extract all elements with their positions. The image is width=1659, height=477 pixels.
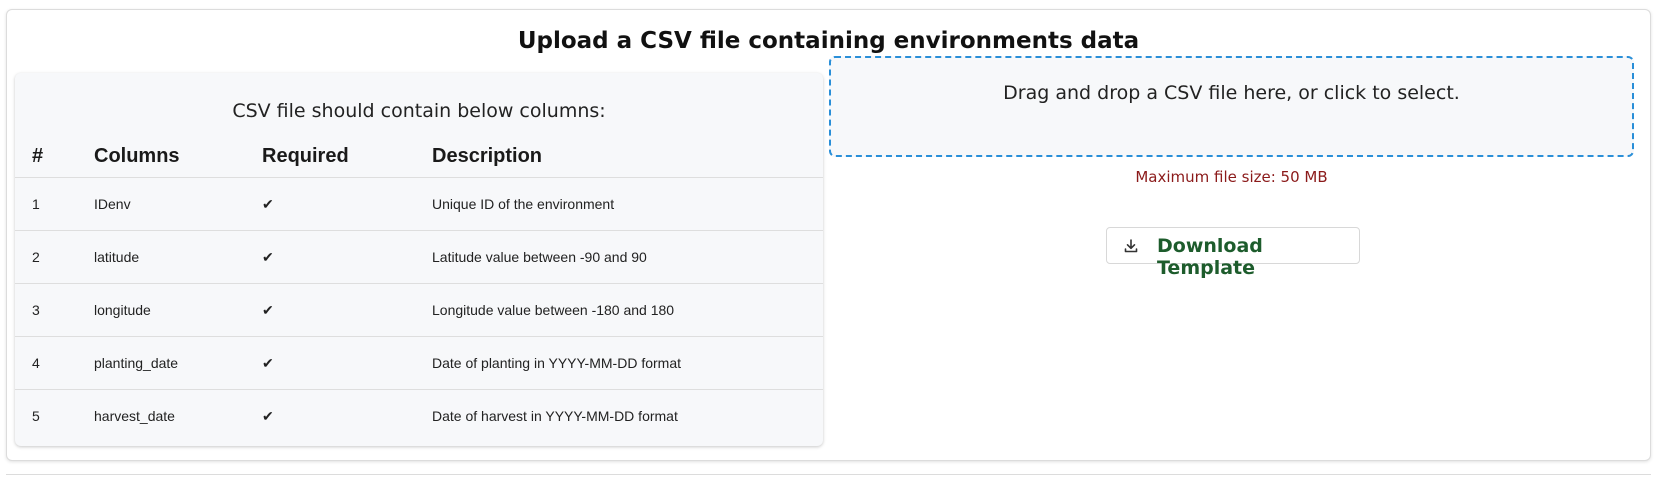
row-number: 4 [32, 355, 40, 371]
csv-dropzone[interactable]: Drag and drop a CSV file here, or click … [829, 56, 1634, 157]
download-template-button[interactable]: Download Template [1106, 227, 1360, 279]
row-number: 5 [32, 408, 40, 424]
columns-table-panel: CSV file should contain below columns: #… [15, 73, 823, 446]
table-row: 4 planting_date ✔ Date of planting in YY… [15, 337, 823, 390]
row-description: Date of planting in YYYY-MM-DD format [432, 355, 681, 371]
table-caption: CSV file should contain below columns: [232, 100, 606, 122]
row-description: Latitude value between -90 and 90 [432, 249, 647, 265]
download-template-label: Download Template [1157, 235, 1263, 279]
row-column-name: harvest_date [94, 408, 175, 424]
required-check-icon: ✔ [262, 302, 274, 318]
dropzone-text: Drag and drop a CSV file here, or click … [1003, 82, 1460, 104]
row-column-name: planting_date [94, 355, 179, 371]
max-file-size-note: Maximum file size: 50 MB [1135, 168, 1328, 186]
row-column-name: longitude [94, 302, 151, 318]
table-row: 1 IDenv ✔ Unique ID of the environment [15, 178, 823, 231]
required-check-icon: ✔ [262, 355, 274, 371]
header-number: # [32, 145, 44, 167]
required-check-icon: ✔ [262, 196, 274, 212]
table-row: 2 latitude ✔ Latitude value between -90 … [15, 231, 823, 284]
table-row: 3 longitude ✔ Longitude value between -1… [15, 284, 823, 337]
row-description: Date of harvest in YYYY-MM-DD format [432, 408, 678, 424]
required-check-icon: ✔ [262, 249, 274, 265]
header-description: Description [432, 145, 543, 167]
page-title: Upload a CSV file containing environment… [517, 28, 1140, 54]
row-number: 2 [32, 249, 40, 265]
row-description: Unique ID of the environment [432, 196, 615, 212]
header-columns: Columns [94, 145, 180, 167]
row-description: Longitude value between -180 and 180 [432, 302, 675, 318]
row-number: 1 [32, 196, 40, 212]
row-number: 3 [32, 302, 40, 318]
required-check-icon: ✔ [262, 408, 274, 424]
header-required: Required [262, 145, 349, 167]
divider [6, 474, 1651, 475]
download-icon [1123, 238, 1139, 254]
row-column-name: IDenv [94, 196, 131, 212]
row-column-name: latitude [94, 249, 140, 265]
table-header: # Columns Required Description [15, 135, 823, 178]
table-row: 5 harvest_date ✔ Date of harvest in YYYY… [15, 390, 823, 443]
